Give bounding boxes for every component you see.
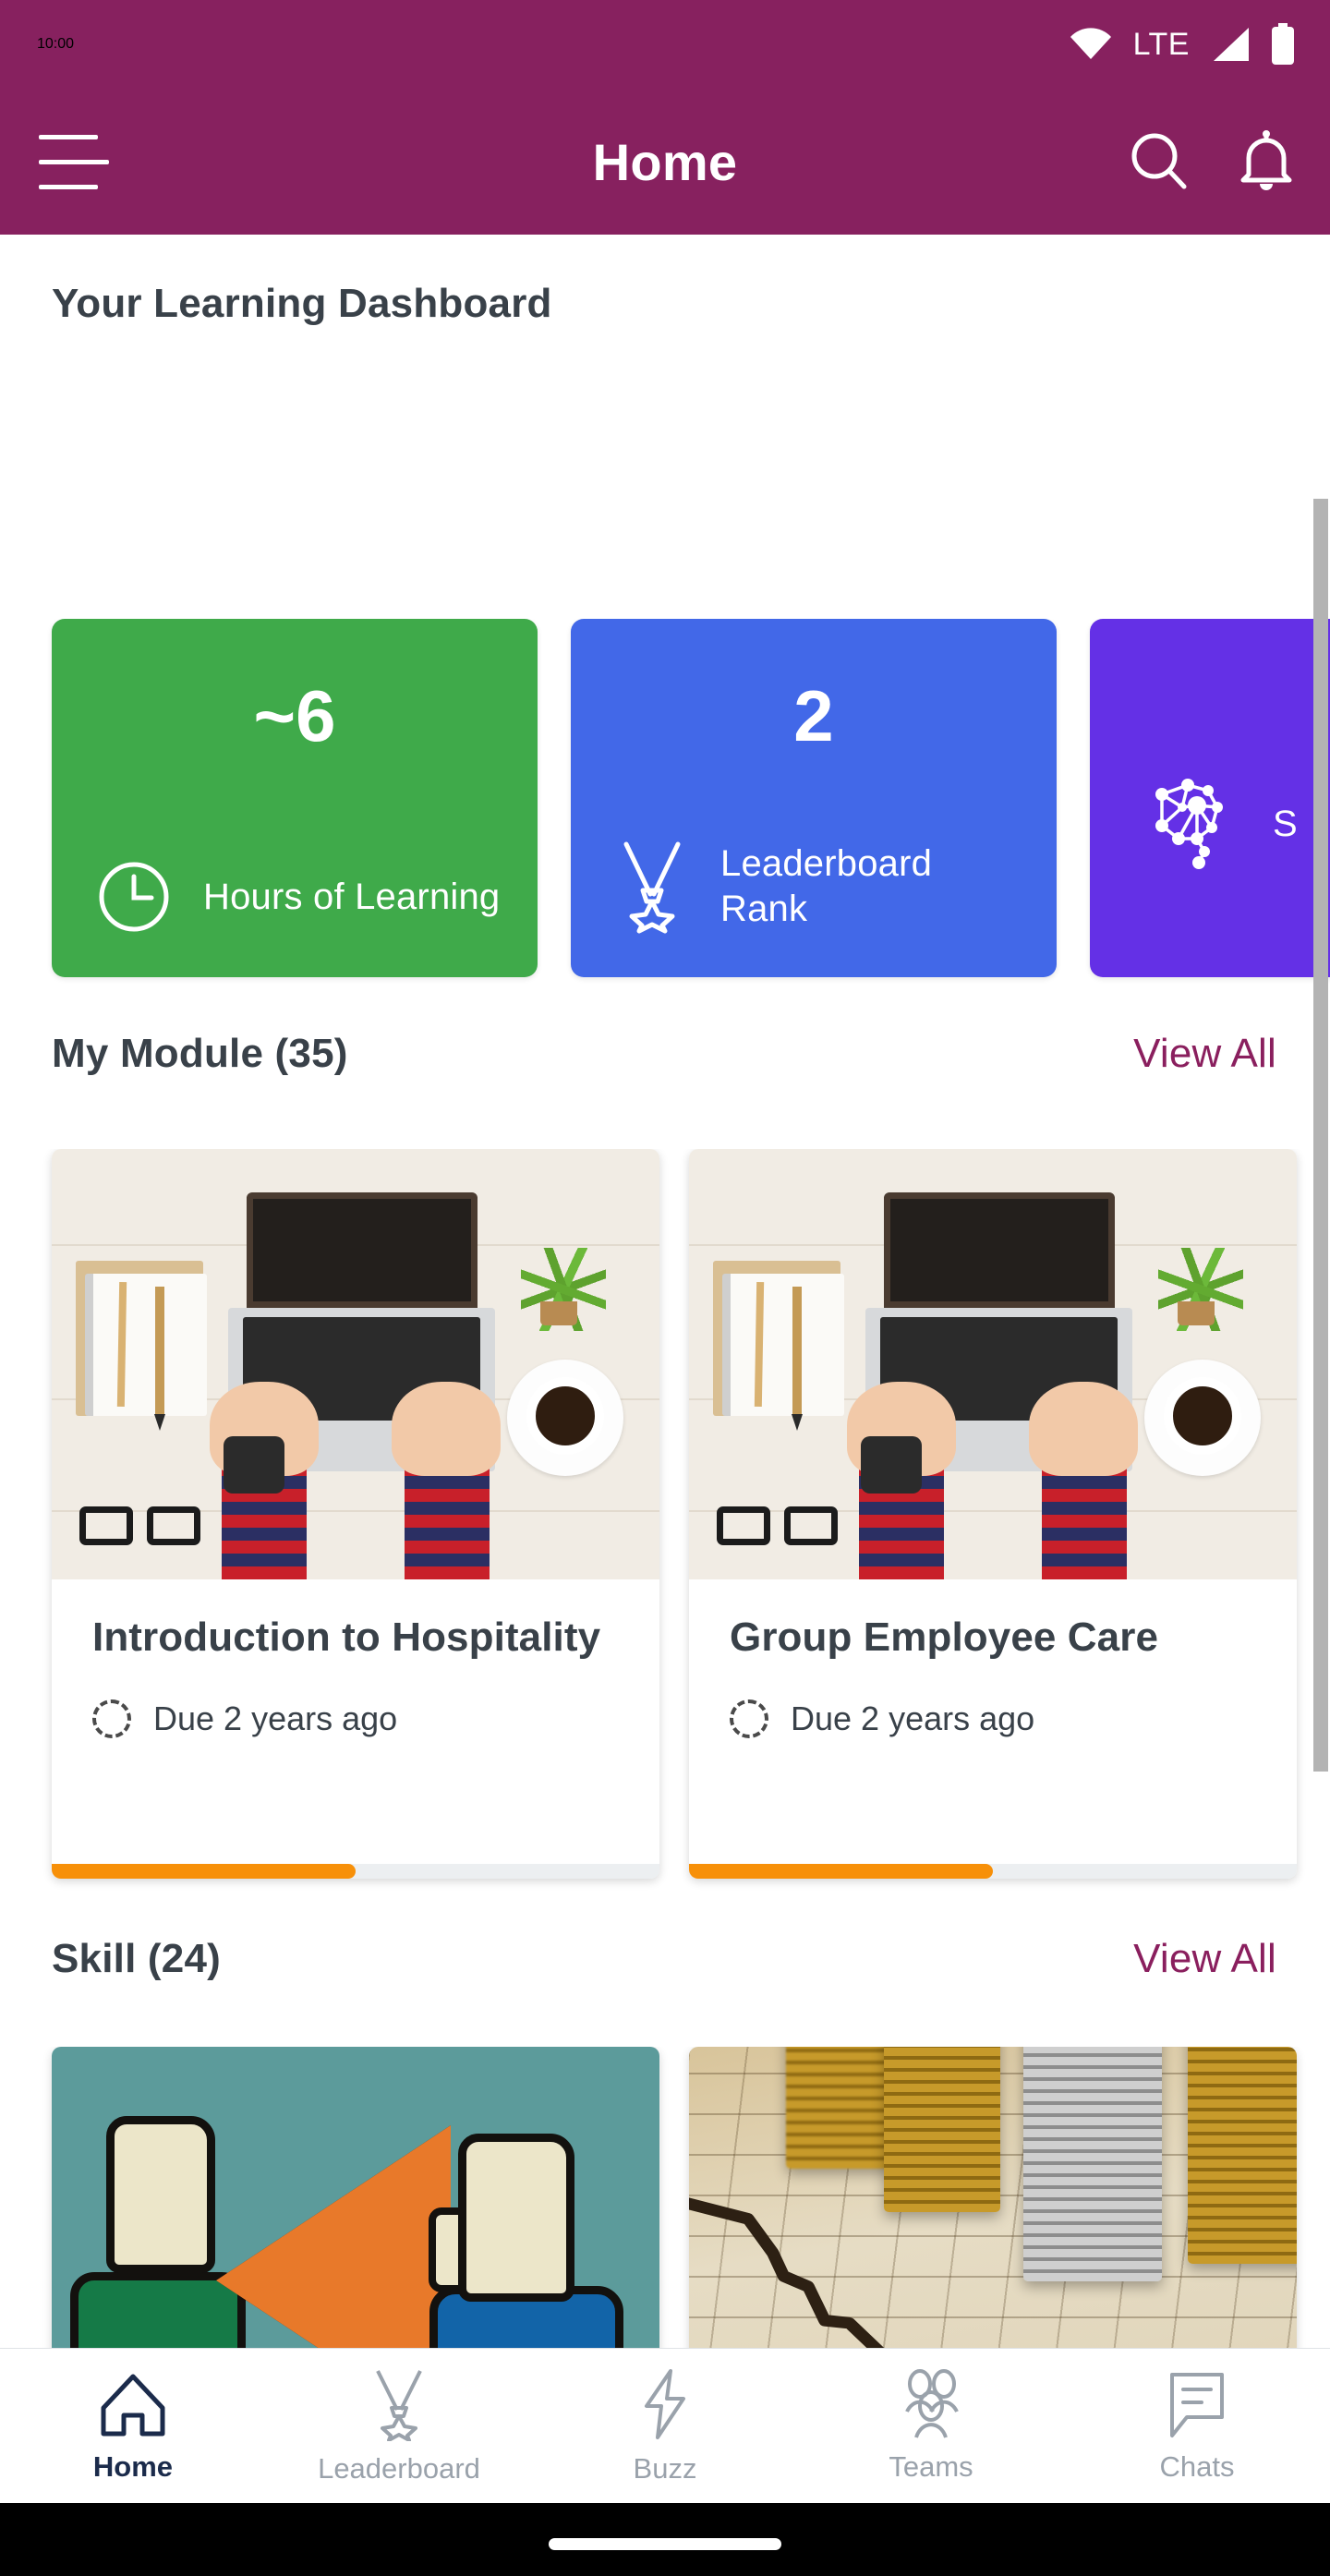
status-icon-group: LTE [1069,23,1295,66]
status-time: 10:00 [37,36,75,52]
nav-label: Buzz [633,2451,697,2485]
stat-card-footer: S [1138,772,1330,876]
stat-card-footer: Hours of Learning [96,859,506,935]
system-gesture-area [0,2503,1330,2576]
network-nodes-icon [1155,779,1223,869]
medal-icon [376,2369,422,2441]
stat-label: Leaderboard Rank [720,843,933,929]
dashed-circle-icon [730,1699,768,1738]
app-bar-actions [1127,128,1295,195]
people-icon [905,2368,959,2438]
module-progress-bar [689,1864,1297,1879]
lightning-icon [645,2368,685,2439]
skill-card[interactable]: Assertive [52,2047,659,2348]
module-progress-fill [689,1864,993,1879]
dashboard-heading: Your Learning Dashboard [52,281,552,326]
modules-section-title: My Module (35) [52,1031,348,1076]
module-progress-fill [52,1864,356,1879]
home-icon [101,2374,165,2436]
nav-label: Chats [1159,2449,1235,2483]
battery-icon [1272,23,1294,65]
module-due-row: Due 2 years ago [730,1699,1256,1738]
bell-icon[interactable] [1238,128,1295,195]
nav-item-buzz[interactable]: Buzz [532,2367,798,2485]
skill-card-carousel[interactable]: Assertive Banking [0,2047,1330,2348]
wifi-icon [1070,28,1111,59]
nav-label: Leaderboard [318,2451,480,2485]
stat-label: S [1273,803,1298,844]
clock-icon [99,862,169,932]
stat-label: Hours of Learning [203,876,501,917]
hamburger-line [39,159,109,164]
scroll-content[interactable]: Your Learning Dashboard ~6 Hours of Lear… [0,235,1330,2348]
chat-bubble-icon [1170,2372,1224,2437]
stat-card-skills[interactable]: S [1090,619,1330,977]
modules-section-header: My Module (35) View All [0,1031,1330,1077]
medal-icon [623,841,681,934]
search-icon[interactable] [1127,129,1191,194]
skills-view-all-link[interactable]: View All [1133,1936,1276,1982]
module-title: Introduction to Hospitality [92,1615,601,1660]
nav-label: Teams [889,2449,973,2483]
hamburger-menu-icon[interactable] [39,129,109,194]
signal-icon [1214,28,1249,61]
modules-view-all-link[interactable]: View All [1133,1031,1276,1077]
skill-card[interactable]: Banking [689,2047,1297,2348]
hamburger-line [39,134,98,139]
module-card[interactable]: Group Employee Care Due 2 years ago [689,1149,1297,1879]
home-indicator[interactable] [549,2538,781,2550]
stat-card-carousel[interactable]: ~6 Hours of Learning 2 Leaderboard Rank [0,619,1330,985]
nav-label: Home [92,2449,174,2483]
dashed-circle-icon [92,1699,131,1738]
skills-section-header: Skill (24) View All [0,1936,1330,1982]
module-progress-bar [52,1864,659,1879]
stat-card-footer: Leaderboard Rank [615,839,1025,935]
module-card[interactable]: Introduction to Hospitality Due 2 years … [52,1149,659,1879]
app-bar: Home [0,89,1330,235]
module-thumbnail [689,1149,1297,1579]
network-type-label: LTE [1132,26,1190,62]
stat-card-hours[interactable]: ~6 Hours of Learning [52,619,538,977]
nav-item-chats[interactable]: Chats [1064,2369,1330,2484]
skill-thumbnail [689,2047,1297,2348]
skill-thumbnail [52,2047,659,2348]
stat-value: ~6 [253,675,336,756]
stat-value: 2 [793,675,834,756]
status-bar: 10:00 LTE [0,0,1330,89]
module-title: Group Employee Care [730,1615,1159,1660]
module-due-text: Due 2 years ago [791,1699,1035,1737]
nav-item-home[interactable]: Home [0,2369,266,2484]
bottom-navigation: Home Leaderboard Buzz Teams Chats [0,2348,1330,2503]
skills-section-title: Skill (24) [52,1936,221,1981]
module-due-text: Due 2 years ago [153,1699,398,1737]
hamburger-line [39,184,98,189]
nav-item-leaderboard[interactable]: Leaderboard [266,2367,532,2485]
module-thumbnail [52,1149,659,1579]
stat-card-leaderboard[interactable]: 2 Leaderboard Rank [571,619,1057,977]
module-due-row: Due 2 years ago [92,1699,619,1738]
nav-item-teams[interactable]: Teams [798,2368,1064,2484]
module-card-carousel[interactable]: Introduction to Hospitality Due 2 years … [0,1149,1330,1897]
